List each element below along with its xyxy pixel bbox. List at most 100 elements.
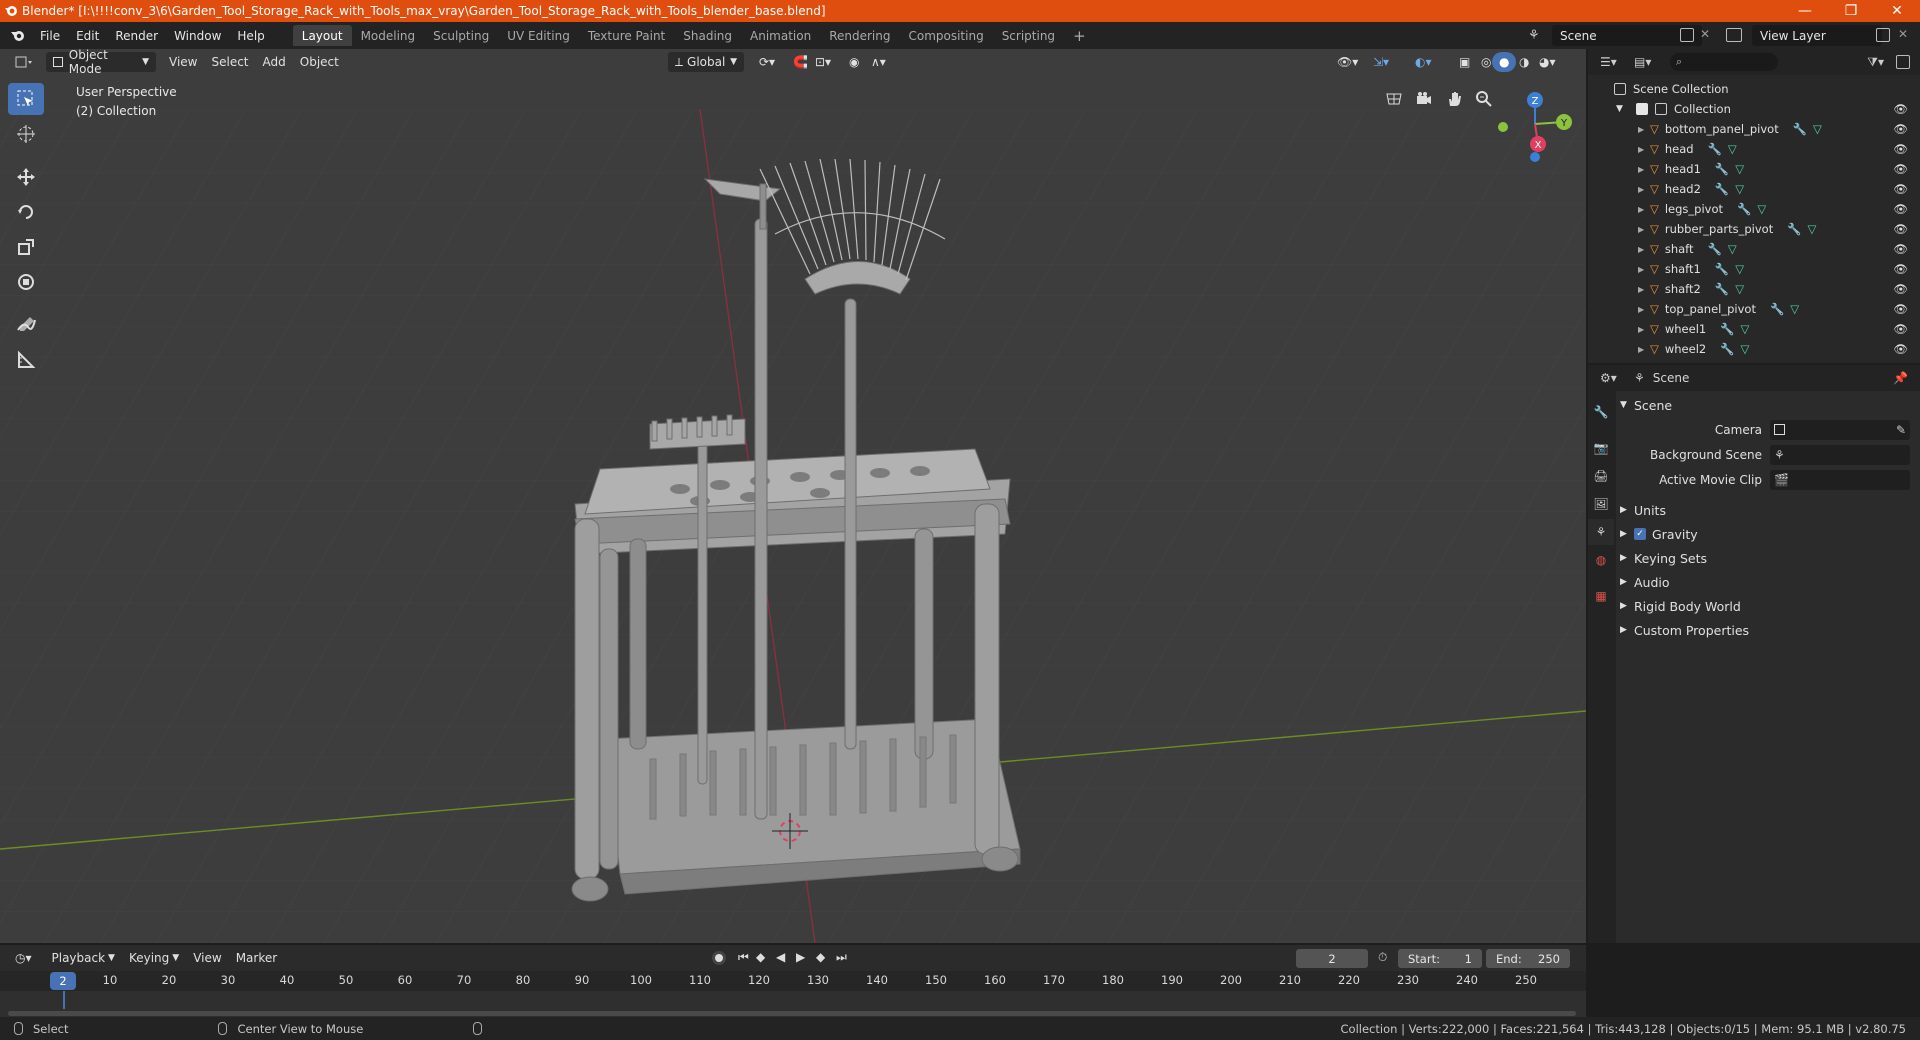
modifier-wrench-icon[interactable]: 🔧 (1715, 282, 1729, 296)
modifier-wrench-icon[interactable]: 🔧 (1737, 202, 1751, 216)
modifier-wrench-icon[interactable]: 🔧 (1708, 242, 1722, 256)
timeline-scrollbar[interactable] (8, 1011, 1576, 1016)
eyedropper-icon[interactable]: ✎ (1896, 423, 1906, 437)
menu-edit[interactable]: Edit (68, 22, 107, 49)
custom-properties-panel-header[interactable]: ▶ Custom Properties (1620, 618, 1920, 642)
mesh-data-icon[interactable]: ▽ (1735, 282, 1744, 296)
object-mode-dropdown[interactable]: Object Mode ▼ (46, 49, 156, 76)
visibility-icon[interactable]: 👁▾ (1330, 52, 1365, 72)
eye-icon[interactable]: 👁 (1893, 122, 1908, 136)
minimize-button[interactable]: — (1782, 0, 1828, 22)
eye-icon[interactable]: 👁 (1893, 302, 1908, 316)
outliner-object-row[interactable]: ▶ ▽ head 🔧 ▽ 👁 (1588, 139, 1920, 159)
render-tab-icon[interactable]: 📷 (1588, 435, 1614, 461)
menu-render[interactable]: Render (107, 22, 166, 49)
new-collection-icon[interactable] (1896, 55, 1910, 69)
background-scene-field[interactable]: ⚘ (1770, 444, 1910, 465)
jump-start-icon[interactable]: ⏮ (738, 950, 749, 965)
outliner-scene-collection[interactable]: Scene Collection (1588, 79, 1920, 99)
mesh-data-icon[interactable]: ▽ (1735, 262, 1744, 276)
snap-target-icon[interactable]: ⊡▾ (808, 52, 838, 72)
tab-texture-paint[interactable]: Texture Paint (579, 25, 674, 46)
mesh-data-icon[interactable]: ▽ (1741, 342, 1750, 356)
view-layer-tab-icon[interactable]: 🖼 (1588, 491, 1614, 517)
mesh-data-icon[interactable]: ▽ (1728, 242, 1737, 256)
viewport-canvas[interactable]: Z Y X (0, 49, 1586, 943)
add-workspace-button[interactable]: + (1064, 25, 1095, 46)
outliner-object-row[interactable]: ▶ ▽ shaft2 🔧 ▽ 👁 (1588, 279, 1920, 299)
close-button[interactable]: ✕ (1874, 0, 1920, 22)
chevron-right-icon[interactable]: ▶ (1638, 345, 1650, 354)
chevron-right-icon[interactable]: ▶ (1638, 245, 1650, 254)
play-icon[interactable]: ▶ (796, 950, 805, 964)
chevron-right-icon[interactable]: ▶ (1638, 265, 1650, 274)
properties-search-field[interactable]: ⚘ Scene (1634, 368, 1884, 388)
outliner-object-row[interactable]: ▶ ▽ rubber_parts_pivot 🔧 ▽ 👁 (1588, 219, 1920, 239)
outliner-object-row[interactable]: ▶ ▽ wheel1 🔧 ▽ 👁 (1588, 319, 1920, 339)
3d-viewport[interactable]: Z Y X Object Mode ▼ View Select Add Obje… (0, 49, 1586, 943)
viewport-menu-view[interactable]: View (162, 52, 204, 72)
tab-scripting[interactable]: Scripting (993, 25, 1064, 46)
tab-layout[interactable]: Layout (292, 25, 352, 46)
viewport-menu-select[interactable]: Select (204, 52, 255, 72)
eye-icon[interactable]: 👁 (1893, 222, 1908, 236)
chevron-right-icon[interactable]: ▶ (1638, 165, 1650, 174)
pin-icon[interactable]: 📌 (1893, 371, 1908, 385)
tab-uv-editing[interactable]: UV Editing (498, 25, 579, 46)
transform-orientation-dropdown[interactable]: ⟂ Global ▼ (668, 52, 744, 72)
playhead-line[interactable] (63, 991, 65, 1009)
menu-help[interactable]: Help (229, 22, 272, 49)
audio-panel-header[interactable]: ▶ Audio (1620, 570, 1920, 594)
measure-tool-icon[interactable] (8, 344, 44, 376)
playhead-frame-badge[interactable]: 2 (50, 972, 76, 990)
eye-icon[interactable]: 👁 (1893, 342, 1908, 356)
chevron-right-icon[interactable]: ▶ (1638, 225, 1650, 234)
start-frame-field[interactable]: Start: 1 (1398, 949, 1482, 968)
scene-tab-icon[interactable]: ⚘ (1588, 519, 1614, 545)
collection-checkbox[interactable] (1636, 103, 1648, 115)
cursor-tool-icon[interactable] (8, 118, 44, 150)
eye-icon[interactable]: 👁 (1893, 262, 1908, 276)
rigid-body-world-panel-header[interactable]: ▶ Rigid Body World (1620, 594, 1920, 618)
rotate-tool-icon[interactable] (8, 196, 44, 228)
modifier-wrench-icon[interactable]: 🔧 (1793, 122, 1807, 136)
outliner-collection[interactable]: ▼ Collection 👁 (1588, 99, 1920, 119)
blender-menu-icon[interactable] (0, 22, 32, 49)
mesh-data-icon[interactable]: ▽ (1741, 322, 1750, 336)
mesh-data-icon[interactable]: ▽ (1757, 202, 1766, 216)
outliner-object-row[interactable]: ▶ ▽ legs_pivot 🔧 ▽ 👁 (1588, 199, 1920, 219)
tab-animation[interactable]: Animation (741, 25, 820, 46)
modifier-wrench-icon[interactable]: 🔧 (1708, 142, 1722, 156)
output-tab-icon[interactable]: 🖨 (1588, 463, 1614, 489)
timeline-menu-view[interactable]: View (186, 948, 228, 968)
eye-icon[interactable]: 👁 (1893, 242, 1908, 256)
keying-sets-panel-header[interactable]: ▶ Keying Sets (1620, 546, 1920, 570)
mesh-data-icon[interactable]: ▽ (1735, 182, 1744, 196)
tool-tab-icon[interactable]: 🔧 (1588, 399, 1614, 425)
active-movie-clip-field[interactable]: 🎬 (1770, 469, 1910, 490)
move-tool-icon[interactable] (8, 161, 44, 193)
next-keyframe-icon[interactable]: ◆ (816, 950, 825, 964)
preview-range-icon[interactable]: ⏱ (1378, 950, 1387, 965)
eye-icon[interactable]: 👁 (1893, 162, 1908, 176)
chevron-right-icon[interactable]: ▶ (1638, 325, 1650, 334)
chevron-right-icon[interactable]: ▶ (1638, 125, 1650, 134)
eye-icon[interactable]: 👁 (1893, 182, 1908, 196)
modifier-wrench-icon[interactable]: 🔧 (1715, 162, 1729, 176)
proportional-edit-icon[interactable]: ◉ (842, 52, 866, 72)
prev-keyframe-icon[interactable]: ◆ (756, 950, 765, 964)
gravity-checkbox[interactable]: ✓ (1634, 528, 1646, 540)
new-view-layer-icon[interactable] (1876, 28, 1890, 42)
chevron-right-icon[interactable]: ▶ (1638, 205, 1650, 214)
outliner-object-row[interactable]: ▶ ▽ head1 🔧 ▽ 👁 (1588, 159, 1920, 179)
toggle-perspective-icon[interactable] (1380, 85, 1408, 113)
chevron-right-icon[interactable]: ▶ (1638, 285, 1650, 294)
timeline-menu-marker[interactable]: Marker (229, 948, 284, 968)
overlay-toggle-icon[interactable]: ◐▾ (1408, 52, 1439, 72)
tab-shading[interactable]: Shading (674, 25, 741, 46)
camera-field[interactable]: ✎ (1770, 419, 1910, 440)
texture-tab-icon[interactable]: ▦ (1588, 583, 1614, 609)
current-frame-field[interactable]: 2 (1296, 949, 1368, 968)
eye-icon[interactable]: 👁 (1893, 202, 1908, 216)
mesh-data-icon[interactable]: ▽ (1808, 222, 1817, 236)
